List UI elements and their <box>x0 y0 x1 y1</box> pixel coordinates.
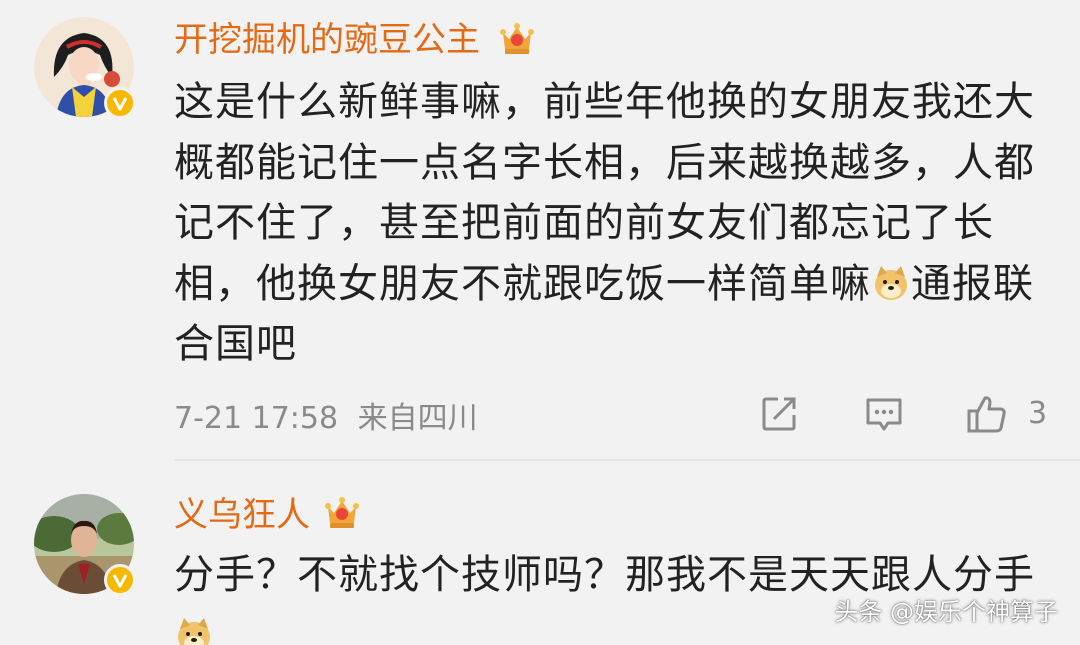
doge-emoji-icon <box>875 265 907 300</box>
comment-line: 合国吧 <box>174 321 297 367</box>
comment-line: 记不住了，甚至把前面的前女友们都忘记了长 <box>174 200 994 246</box>
comment-line: 相，他换女朋友不就跟吃饭一样简单嘛 通报联 <box>174 254 1054 315</box>
thumbs-up-icon[interactable] <box>966 393 1008 435</box>
comment-line: 这是什么新鲜事嘛，前些年他换的女朋友我还大 <box>174 79 1035 125</box>
watermark: 头条 @娱乐个神算子 <box>834 598 1058 626</box>
comment-item: 开挖掘机的豌豆公主 这是什么新鲜事嘛，前些年他换的女朋友我还大 概都能记住一点名… <box>0 0 1080 462</box>
location: 来自四川 <box>357 401 478 436</box>
timestamp: 7-21 17:58 <box>174 401 339 436</box>
divider <box>174 459 1080 461</box>
comment-line: 概都能记住一点名字长相，后来越换越多，人都 <box>174 139 1035 186</box>
username[interactable]: 义乌狂人 <box>174 495 310 535</box>
avatar[interactable] <box>34 17 136 119</box>
comment-text: 这是什么新鲜事嘛，前些年他换的女朋友我还大 概都能记住一点名字长相，后来越换越多… <box>174 72 1054 375</box>
comment-line-part: 相，他换女朋友不就跟吃饭一样简单嘛 <box>174 260 871 307</box>
comment-meta: 7-21 17:58 来自四川 <box>174 393 478 437</box>
like-count: 3 <box>1028 396 1048 431</box>
crown-vip-icon <box>325 497 359 528</box>
crown-vip-icon <box>500 23 534 54</box>
avatar[interactable] <box>34 494 136 596</box>
verified-v-icon <box>104 87 136 119</box>
share-icon[interactable] <box>760 395 798 433</box>
doge-emoji-icon <box>178 617 210 645</box>
comment-line-part: 通报联 <box>911 260 1034 307</box>
username[interactable]: 开挖掘机的豌豆公主 <box>174 20 480 60</box>
comment-icon[interactable] <box>864 395 904 435</box>
verified-v-icon <box>104 564 136 596</box>
comment-list: 开挖掘机的豌豆公主 这是什么新鲜事嘛，前些年他换的女朋友我还大 概都能记住一点名… <box>0 0 1080 645</box>
